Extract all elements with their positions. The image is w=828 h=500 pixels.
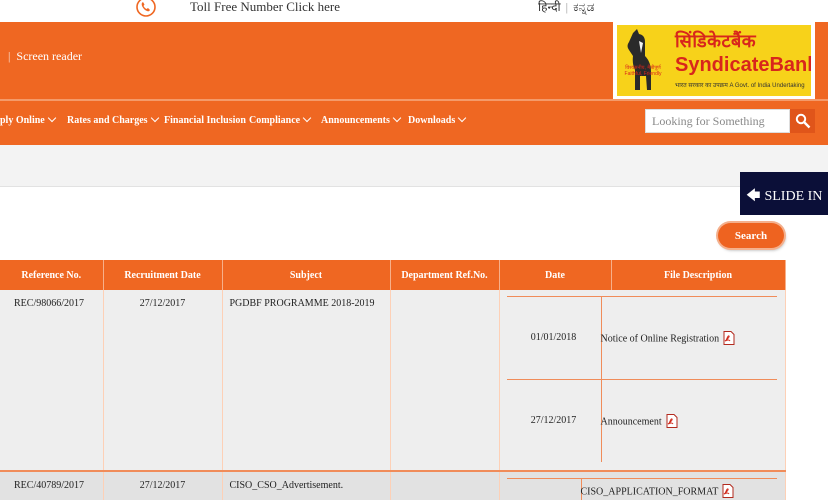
divider: | <box>8 49 11 63</box>
cell-subject: CISO_CSO_Advertisement. <box>222 470 391 500</box>
col-header-dept-ref: Department Ref.No. <box>390 260 500 290</box>
site-search-button[interactable] <box>790 109 815 133</box>
col-header-date: Date <box>499 260 612 290</box>
cell-files: CISO_APPLICATION_FORMAT <box>499 470 786 500</box>
chevron-down-icon <box>150 113 159 123</box>
cell-recruitment-date: 27/12/2017 <box>103 290 223 471</box>
screen-reader-link[interactable]: Screen reader <box>16 49 82 63</box>
dog-emblem-icon <box>627 29 651 90</box>
table-header-row: Reference No. Recruitment Date Subject D… <box>0 260 786 290</box>
lang-hindi-link[interactable]: हिन्दी <box>538 0 561 14</box>
nav-financial-inclusion[interactable]: Financial Inclusion <box>164 115 246 126</box>
pdf-icon <box>722 484 734 498</box>
toll-free-link[interactable]: Toll Free Number Click here <box>190 0 340 15</box>
cell-reference: REC/98066/2017 <box>0 290 104 471</box>
bank-logo[interactable]: विश्वसनीय, मैत्रीपूर्ण Faithful, Friendl… <box>613 22 815 99</box>
chevron-down-icon <box>47 113 56 123</box>
chevron-down-icon <box>392 113 402 123</box>
nav-announcements[interactable]: Announcements <box>321 113 402 126</box>
chevron-down-icon <box>302 113 312 123</box>
logo-panel: विश्वसनीय, मैत्रीपूर्ण Faithful, Friendl… <box>617 25 811 96</box>
lang-divider: | <box>565 0 569 14</box>
file-row: 01/01/2018 Notice of Online Registration <box>506 296 777 379</box>
cell-reference: REC/40789/2017 <box>0 470 104 500</box>
phone-icon <box>136 0 156 17</box>
col-header-subject: Subject <box>222 260 391 290</box>
screen-reader-area: | Screen reader <box>0 49 82 64</box>
site-search-input[interactable] <box>645 109 790 133</box>
table-row: REC/40789/2017 27/12/2017 CISO_CSO_Adver… <box>0 470 786 500</box>
pdf-icon <box>666 414 678 428</box>
logo-tagline: भारत सरकार का उपक्रम A Govt. of India Un… <box>675 83 805 89</box>
logo-english-text: SyndicateBank <box>675 54 811 76</box>
file-row: CISO_APPLICATION_FORMAT <box>506 478 777 500</box>
cell-subject: PGDBF PROGRAMME 2018-2019 <box>222 290 391 471</box>
search-button[interactable]: Search <box>718 223 784 248</box>
col-header-recruitment-date: Recruitment Date <box>103 260 223 290</box>
cell-dept-ref <box>390 290 500 471</box>
file-date: 01/01/2018 <box>530 332 577 343</box>
file-link[interactable]: Notice of Online Registration <box>601 331 736 346</box>
lang-kannada-link[interactable]: ಕನ್ನಡ <box>573 0 594 14</box>
col-header-file-description: File Description <box>611 260 786 290</box>
top-bar: Toll Free Number Click here हिन्दी | ಕನ್ನಡ <box>0 0 828 22</box>
file-date: 27/12/2017 <box>530 415 577 426</box>
nav-downloads[interactable]: Downloads <box>408 113 467 126</box>
language-switcher: हिन्दी | ಕನ್ನಡ <box>538 0 594 15</box>
search-icon <box>795 113 811 129</box>
file-row: 27/12/2017 Announcement <box>506 379 777 462</box>
logo-hindi-text: सिंडिकेटबैंक <box>675 31 757 52</box>
table-row: REC/98066/2017 27/12/2017 PGDBF PROGRAMM… <box>0 290 786 471</box>
arrow-left-icon: 🡄 <box>746 189 761 204</box>
nav-apply-online[interactable]: ply Online <box>0 113 56 126</box>
main-nav: ply Online Rates and Charges Financial I… <box>0 101 828 145</box>
slide-in-label: SLIDE IN <box>764 189 823 204</box>
chevron-down-icon <box>458 113 467 123</box>
nav-rates-and-charges[interactable]: Rates and Charges <box>67 113 159 126</box>
nav-compliance[interactable]: Compliance <box>249 113 312 126</box>
recruitment-table: Reference No. Recruitment Date Subject D… <box>0 260 786 500</box>
site-header: | Screen reader विश्वसनीय, मैत्रीपूर्ण Fa… <box>0 22 828 99</box>
pdf-icon <box>723 331 735 345</box>
breadcrumb-band <box>0 145 828 187</box>
col-header-reference: Reference No. <box>0 260 104 290</box>
slide-in-button[interactable]: 🡄 SLIDE IN <box>740 172 828 215</box>
file-link[interactable]: Announcement <box>601 414 678 429</box>
recruitment-table-wrapper: Reference No. Recruitment Date Subject D… <box>0 260 786 500</box>
logo-motto: विश्वसनीय, मैत्रीपूर्ण Faithful, Friendl… <box>624 65 662 77</box>
cell-dept-ref <box>390 470 500 500</box>
cell-recruitment-date: 27/12/2017 <box>103 470 223 500</box>
file-link[interactable]: CISO_APPLICATION_FORMAT <box>581 484 735 499</box>
cell-files: 01/01/2018 Notice of Online Registration… <box>499 290 786 471</box>
